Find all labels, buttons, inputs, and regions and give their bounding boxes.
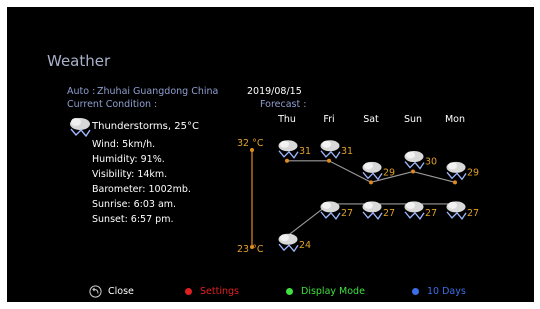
close-button[interactable]: Close (89, 285, 134, 298)
ten-days-button[interactable]: 10 Days (412, 286, 466, 297)
high-temp-label-thu: 31 (299, 146, 311, 157)
thunderstorm-icon (278, 140, 299, 159)
forecast-temperature-graph: 31 24 31 27 29 27 30 27 29 27 (250, 140, 479, 253)
low-temp-label-fri: 27 (341, 208, 353, 219)
settings-label: Settings (200, 286, 239, 297)
thunderstorm-icon (320, 201, 341, 220)
display-mode-label: Display Mode (301, 286, 365, 297)
scale-max-point (250, 148, 254, 152)
low-temp-label-mon: 27 (467, 208, 479, 219)
high-temp-label-mon: 29 (467, 167, 479, 178)
high-point-sun (411, 169, 415, 174)
low-temp-label-thu: 24 (299, 240, 311, 251)
high-temp-label-fri: 31 (341, 146, 353, 157)
high-temp-label-sat: 29 (383, 167, 395, 178)
display-mode-button[interactable]: Display Mode (286, 286, 365, 297)
back-arrow-icon (89, 285, 102, 298)
thunderstorm-icon (446, 201, 467, 220)
high-temp-label-sun: 30 (425, 157, 437, 168)
high-point-mon (453, 180, 457, 185)
low-temp-label-sun: 27 (425, 208, 437, 219)
thunderstorm-icon (362, 201, 383, 220)
settings-button[interactable]: Settings (185, 286, 239, 297)
red-key-icon (185, 288, 192, 295)
thunderstorm-icon (404, 201, 425, 220)
high-point-sat (369, 180, 373, 185)
close-label: Close (108, 286, 134, 297)
thunderstorm-icon (278, 233, 299, 253)
high-point-thu (285, 158, 289, 163)
scale-min-point (250, 245, 254, 249)
green-key-icon (286, 288, 293, 295)
low-temp-label-sat: 27 (383, 208, 395, 219)
thunderstorm-icon (404, 151, 425, 170)
thunderstorm-icon (320, 140, 341, 159)
thunderstorm-icon (362, 161, 383, 181)
blue-key-icon (412, 288, 419, 295)
high-point-fri (327, 158, 331, 163)
tv-screen: Weather Auto : Zhuhai Guangdong China 20… (7, 7, 534, 302)
ten-days-label: 10 Days (427, 286, 466, 297)
screen: Weather Auto : Zhuhai Guangdong China 20… (0, 0, 540, 309)
thunderstorm-icon (446, 161, 467, 181)
